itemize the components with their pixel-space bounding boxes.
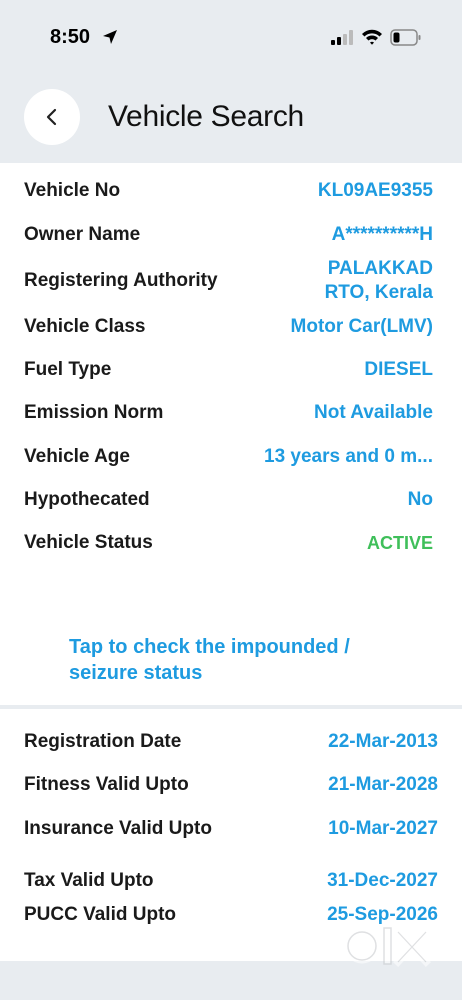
detail-row-vehicle-no: Vehicle No KL09AE9355 (0, 176, 462, 206)
status-time: 8:50 (50, 26, 91, 48)
detail-label: Vehicle Age (24, 446, 130, 467)
header: Vehicle Search (0, 80, 462, 160)
detail-value: Not Available (314, 402, 433, 423)
detail-row-emission-norm: Emission Norm Not Available (0, 398, 462, 428)
detail-value: No (407, 489, 433, 510)
date-label: PUCC Valid Upto (24, 904, 177, 925)
date-value: 21-Mar-2028 (328, 774, 438, 795)
detail-value: KL09AE9355 (317, 180, 433, 201)
detail-row-vehicle-status: Vehicle Status ACTIVE (0, 528, 462, 558)
detail-value-line: RTO, Kerala (324, 282, 433, 303)
impound-link-line: Tap to check the impounded / (69, 636, 350, 658)
detail-label: Vehicle Class (24, 316, 146, 337)
detail-label: Fuel Type (24, 359, 112, 380)
date-row-tax: Tax Valid Upto 31-Dec-2027 (0, 866, 462, 896)
detail-label: Registering Authority (24, 270, 218, 291)
detail-row-vehicle-age: Vehicle Age 13 years and 0 m... (0, 442, 462, 472)
date-label: Fitness Valid Upto (24, 774, 189, 795)
back-button[interactable] (24, 89, 80, 145)
impound-link-line: seizure status (69, 662, 203, 684)
detail-label: Hypothecated (24, 489, 150, 510)
olx-logo-icon (344, 927, 431, 967)
olx-watermark-logo (340, 920, 432, 972)
detail-label: Emission Norm (24, 402, 164, 423)
detail-value: A**********H (331, 224, 433, 245)
date-label: Registration Date (24, 731, 182, 752)
battery-icon (390, 29, 421, 46)
date-row-fitness: Fitness Valid Upto 21-Mar-2028 (0, 770, 462, 800)
date-label: Insurance Valid Upto (24, 818, 212, 839)
detail-row-registering-authority: Registering Authority PALAKKAD RTO, Kera… (0, 256, 462, 306)
detail-value: PALAKKAD RTO, Kerala (325, 257, 462, 305)
detail-label: Vehicle Status (24, 532, 153, 553)
chevron-left-icon (46, 108, 57, 126)
detail-label: Owner Name (24, 224, 141, 245)
detail-row-fuel-type: Fuel Type DIESEL (0, 355, 462, 385)
detail-row-vehicle-class: Vehicle Class Motor Car(LMV) (0, 312, 462, 342)
date-value: 22-Mar-2013 (328, 731, 438, 752)
impound-status-link[interactable]: Tap to check the impounded / seizure sta… (69, 634, 409, 686)
wifi-icon (362, 29, 382, 45)
date-value: 10-Mar-2027 (328, 818, 438, 839)
detail-row-hypothecated: Hypothecated No (0, 485, 462, 515)
cellular-signal-icon (331, 30, 353, 45)
date-row-insurance: Insurance Valid Upto 10-Mar-2027 (0, 814, 462, 844)
detail-value: 13 years and 0 m... (264, 446, 433, 467)
page-title: Vehicle Search (108, 100, 304, 133)
date-label: Tax Valid Upto (24, 870, 154, 891)
detail-row-owner-name: Owner Name A**********H (0, 220, 462, 250)
detail-value: Motor Car(LMV) (290, 316, 433, 337)
detail-value-line: PALAKKAD (327, 258, 433, 279)
status-bar: 8:50 (0, 0, 462, 70)
date-row-registration: Registration Date 22-Mar-2013 (0, 727, 462, 757)
detail-label: Vehicle No (24, 180, 121, 201)
date-value: 31-Dec-2027 (327, 870, 438, 891)
detail-value: DIESEL (364, 359, 433, 380)
location-arrow-icon (103, 30, 117, 44)
vehicle-details-card: Vehicle No KL09AE9355 Owner Name A******… (0, 163, 462, 705)
status-badge: ACTIVE (366, 532, 433, 553)
